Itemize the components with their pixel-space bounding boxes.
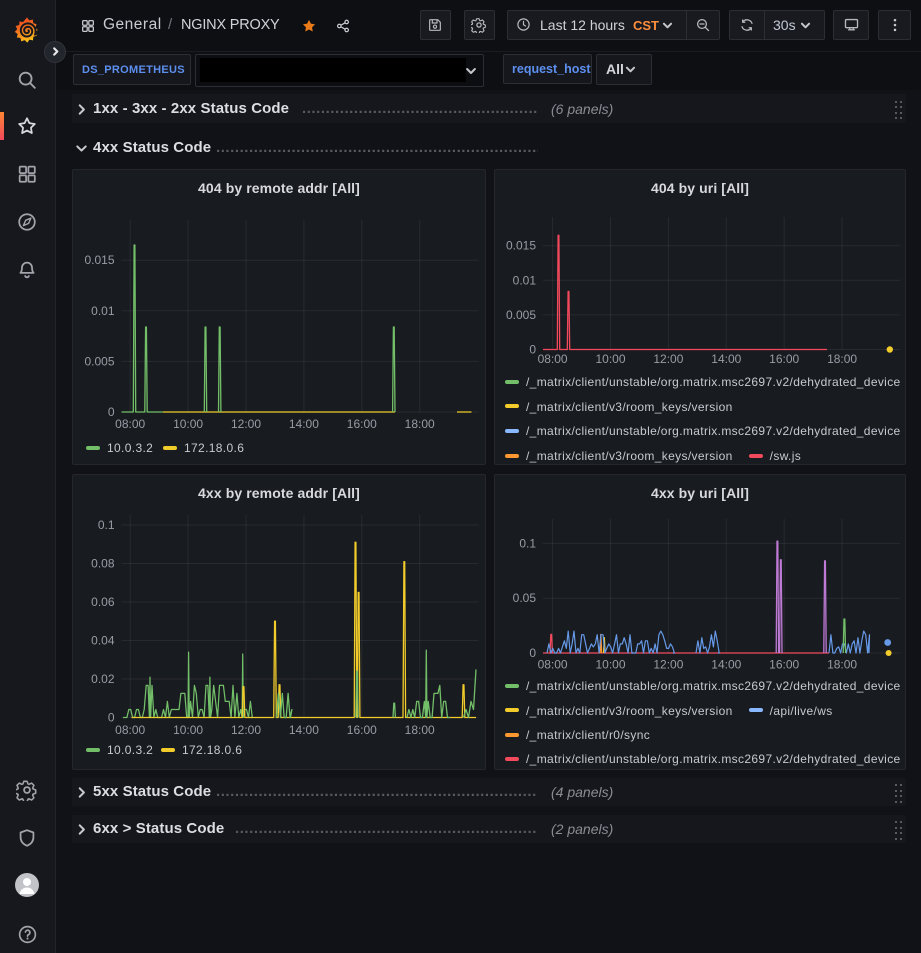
- svg-text:08:00: 08:00: [115, 723, 145, 737]
- svg-text:14:00: 14:00: [711, 352, 741, 366]
- svg-text:0.015: 0.015: [506, 239, 536, 253]
- svg-text:18:00: 18:00: [405, 723, 435, 737]
- svg-text:0: 0: [529, 646, 536, 660]
- svg-text:10:00: 10:00: [595, 658, 625, 672]
- svg-text:16:00: 16:00: [769, 352, 799, 366]
- svg-text:0.02: 0.02: [91, 672, 115, 686]
- svg-text:0.01: 0.01: [91, 304, 115, 318]
- svg-text:12:00: 12:00: [653, 658, 683, 672]
- svg-text:12:00: 12:00: [231, 723, 261, 737]
- svg-text:0.01: 0.01: [513, 273, 537, 287]
- svg-text:12:00: 12:00: [653, 352, 683, 366]
- svg-text:0.06: 0.06: [91, 595, 115, 609]
- svg-text:0.08: 0.08: [91, 557, 115, 571]
- svg-text:16:00: 16:00: [769, 658, 799, 672]
- svg-text:14:00: 14:00: [289, 723, 319, 737]
- svg-text:14:00: 14:00: [711, 658, 741, 672]
- svg-text:0: 0: [108, 405, 115, 419]
- svg-text:0.04: 0.04: [91, 634, 115, 648]
- svg-text:10:00: 10:00: [595, 352, 625, 366]
- svg-text:0.05: 0.05: [513, 591, 537, 605]
- svg-text:0: 0: [108, 711, 115, 725]
- svg-text:0.1: 0.1: [98, 518, 115, 532]
- svg-text:10:00: 10:00: [173, 417, 203, 431]
- svg-text:0.1: 0.1: [519, 536, 536, 550]
- svg-text:08:00: 08:00: [115, 417, 145, 431]
- svg-text:0: 0: [529, 343, 536, 357]
- svg-text:0.005: 0.005: [506, 308, 536, 322]
- svg-text:08:00: 08:00: [538, 658, 568, 672]
- svg-text:0.005: 0.005: [84, 354, 114, 368]
- svg-text:08:00: 08:00: [538, 352, 568, 366]
- svg-text:12:00: 12:00: [231, 417, 261, 431]
- svg-text:0.015: 0.015: [84, 253, 114, 267]
- svg-text:18:00: 18:00: [405, 417, 435, 431]
- svg-text:16:00: 16:00: [347, 417, 377, 431]
- svg-text:14:00: 14:00: [289, 417, 319, 431]
- svg-text:10:00: 10:00: [173, 723, 203, 737]
- svg-text:18:00: 18:00: [827, 352, 857, 366]
- svg-text:18:00: 18:00: [827, 658, 857, 672]
- svg-text:16:00: 16:00: [347, 723, 377, 737]
